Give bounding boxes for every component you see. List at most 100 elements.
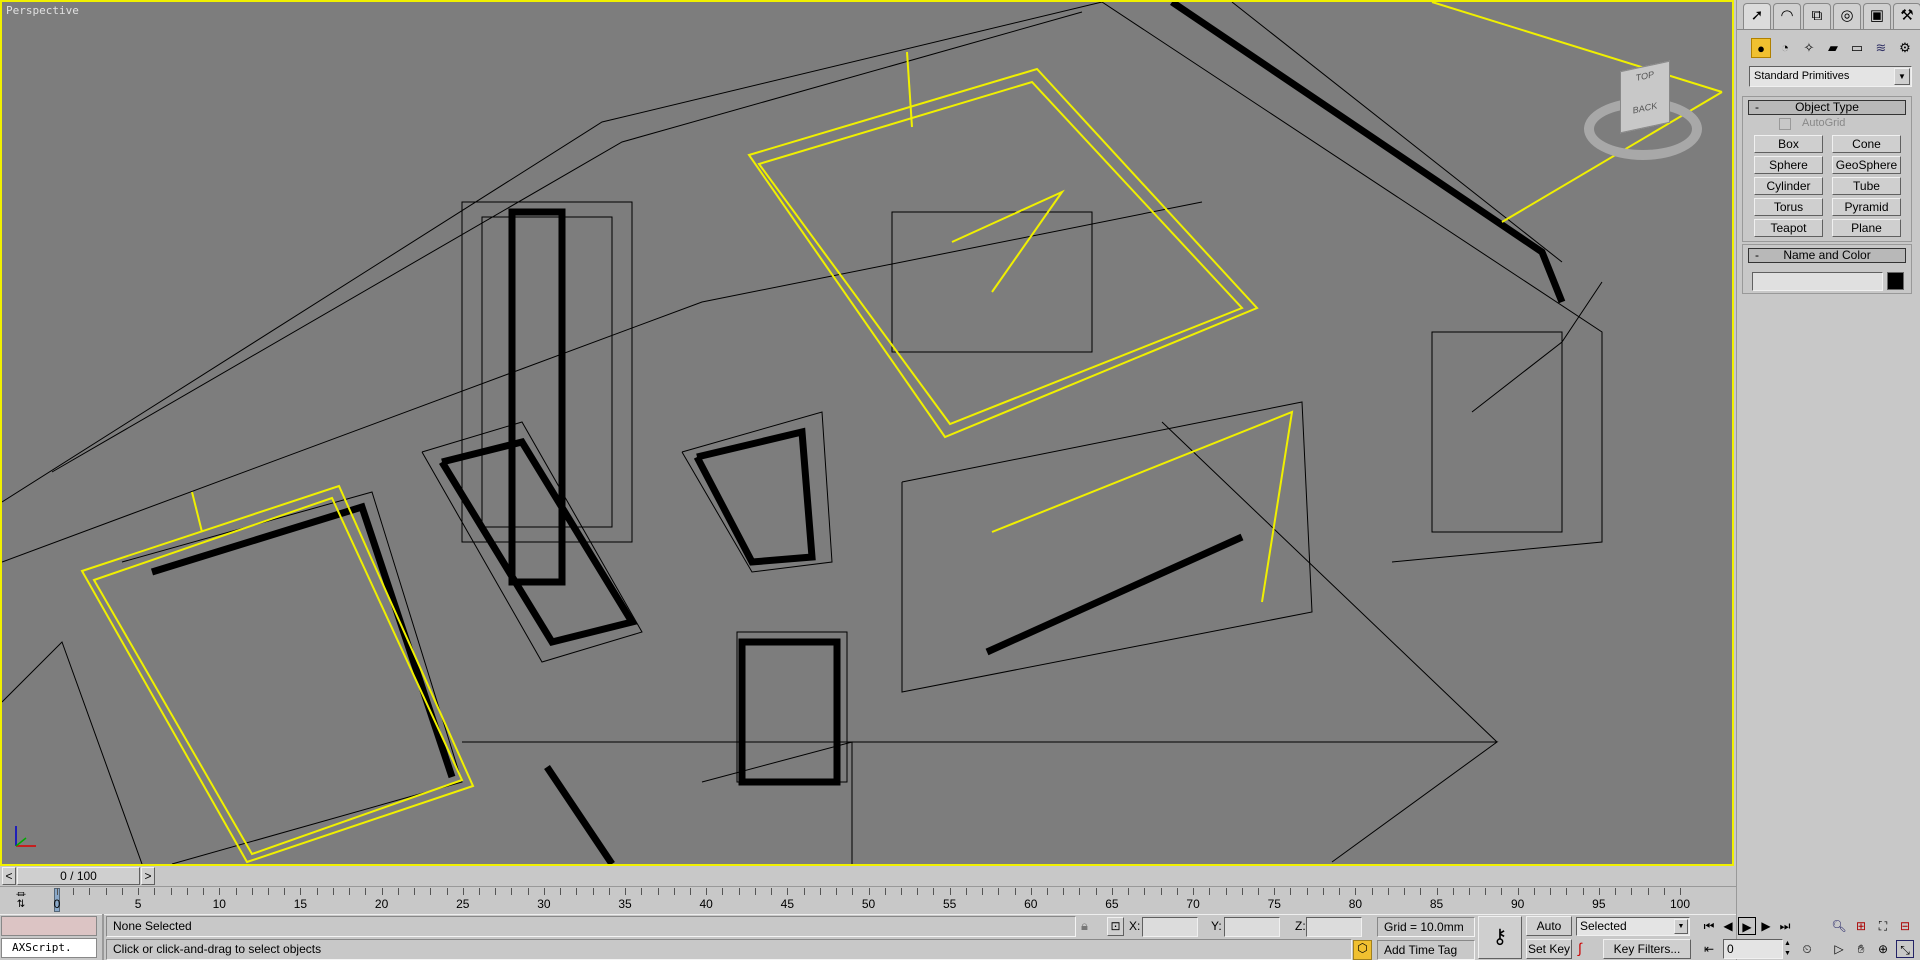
- ruler-tick: [219, 888, 221, 895]
- time-slider-track[interactable]: < 0 / 100 >: [0, 866, 1736, 886]
- geometry-icon[interactable]: ●: [1751, 38, 1771, 58]
- z-coordinate-field[interactable]: [1306, 917, 1362, 937]
- orbit-icon[interactable]: ⊕: [1874, 940, 1892, 958]
- ruler-tick: [284, 888, 286, 895]
- object-color-swatch[interactable]: [1887, 272, 1904, 290]
- auto-key-button[interactable]: Auto Key: [1526, 916, 1572, 951]
- ruler-tick: [1209, 888, 1211, 895]
- current-frame-field[interactable]: 0: [1723, 939, 1783, 959]
- create-plane-button[interactable]: Plane: [1832, 219, 1901, 237]
- object-name-input[interactable]: [1752, 272, 1883, 291]
- frame-spinner[interactable]: ▲ ▼: [1784, 939, 1792, 959]
- perspective-viewport[interactable]: Perspective TOP BACK: [0, 0, 1734, 866]
- next-frame-icon[interactable]: ▶: [1757, 917, 1775, 935]
- ruler-label: 10: [212, 897, 226, 911]
- ruler-tick: [1030, 888, 1032, 895]
- ruler-label: 85: [1429, 897, 1444, 911]
- ruler-tick: [203, 888, 205, 895]
- default-tangent-icon[interactable]: ∫: [1578, 940, 1582, 956]
- chevron-down-icon[interactable]: ▼: [1894, 68, 1910, 85]
- ruler-tick: [1111, 888, 1113, 895]
- zoom-all-icon[interactable]: ⊞: [1852, 917, 1870, 935]
- create-torus-button[interactable]: Torus: [1754, 198, 1823, 216]
- lock-selection-icon[interactable]: 🔒︎: [1081, 918, 1088, 934]
- zoom-extents-all-icon[interactable]: ⊟: [1896, 917, 1914, 935]
- ruler-tick: [1371, 888, 1373, 895]
- maxscript-listener-mini[interactable]: [1, 916, 97, 936]
- time-next-button[interactable]: >: [141, 867, 155, 885]
- create-pyramid-button[interactable]: Pyramid: [1832, 198, 1901, 216]
- space-warps-icon[interactable]: ≋: [1871, 38, 1891, 58]
- set-key-button[interactable]: Set Key: [1526, 939, 1572, 959]
- maxscript-input[interactable]: AXScript.: [1, 938, 97, 958]
- viewcube-box[interactable]: TOP BACK: [1620, 60, 1670, 134]
- set-key-big-key-icon[interactable]: ⚷: [1478, 916, 1522, 959]
- ruler-tick: [1533, 888, 1535, 895]
- x-coordinate-field[interactable]: [1142, 917, 1198, 937]
- create-cone-button[interactable]: Cone: [1832, 135, 1901, 153]
- name-and-color-header[interactable]: - Name and Color: [1748, 248, 1906, 263]
- helpers-icon[interactable]: ▭: [1847, 38, 1867, 58]
- go-to-start-icon[interactable]: ⏮: [1700, 917, 1718, 935]
- maximize-viewport-icon[interactable]: ⤡: [1896, 940, 1914, 958]
- go-to-end-icon[interactable]: ⏭: [1776, 917, 1794, 935]
- time-configuration-icon[interactable]: ⏲: [1798, 940, 1816, 958]
- time-slider-thumb[interactable]: 0 / 100: [17, 867, 140, 885]
- ruler-tick: [738, 888, 740, 895]
- create-cylinder-button[interactable]: Cylinder: [1754, 177, 1823, 195]
- shapes-icon[interactable]: ◔: [1775, 38, 1795, 58]
- utilities-tab-icon[interactable]: ⚒: [1893, 3, 1920, 29]
- viewcube[interactable]: TOP BACK: [1584, 60, 1704, 170]
- ruler-tick: [511, 888, 513, 895]
- hierarchy-tab-icon[interactable]: ⧉: [1803, 3, 1831, 29]
- axis-tripod-icon: [10, 822, 40, 852]
- ruler-tick: [1582, 888, 1584, 895]
- motion-tab-icon[interactable]: ◎: [1833, 3, 1861, 29]
- time-tag-icon[interactable]: ⬡: [1353, 940, 1372, 960]
- create-geosphere-button[interactable]: GeoSphere: [1832, 156, 1901, 174]
- create-sphere-button[interactable]: Sphere: [1754, 156, 1823, 174]
- time-prev-button[interactable]: <: [2, 867, 16, 885]
- command-panel: ➚ ◠ ⧉ ◎ ▣ ⚒ ● ◔ ✧ ▰ ▭ ≋ ⚙ Standard Primi…: [1736, 0, 1920, 960]
- ruler-tick: [267, 888, 269, 895]
- ruler-tick: [349, 888, 351, 895]
- primitive-type-dropdown[interactable]: Standard Primitives ▼: [1749, 66, 1912, 87]
- create-teapot-button[interactable]: Teapot: [1754, 219, 1823, 237]
- pan-view-icon[interactable]: ✋︎: [1852, 940, 1870, 958]
- ruler-label: 40: [699, 897, 713, 911]
- ruler-tick: [430, 888, 432, 895]
- ruler-tick: [803, 888, 805, 895]
- key-mode-dropdown[interactable]: Selected ▼: [1576, 917, 1690, 936]
- play-icon[interactable]: ▶: [1738, 917, 1756, 935]
- field-of-view-icon[interactable]: ▷: [1830, 940, 1848, 958]
- chevron-down-icon[interactable]: ▼: [1674, 919, 1688, 934]
- previous-frame-icon[interactable]: ◀: [1719, 917, 1737, 935]
- ruler-label: 30: [537, 897, 551, 911]
- add-time-tag-button[interactable]: Add Time Tag: [1377, 940, 1475, 960]
- track-bar[interactable]: 0 5 10 15 20 25 30 35 40 45 50 55 60 65 70 75 80 85 90 95 10…: [0, 888, 1736, 914]
- y-coordinate-field[interactable]: [1224, 917, 1280, 937]
- autogrid-checkbox[interactable]: [1779, 118, 1791, 130]
- absolute-mode-transform-icon[interactable]: ⊡: [1107, 917, 1124, 936]
- ruler-tick: [365, 888, 367, 895]
- create-box-button[interactable]: Box: [1754, 135, 1823, 153]
- ruler-tick: [949, 888, 951, 895]
- key-mode-toggle-icon[interactable]: ⇤: [1700, 940, 1718, 958]
- cameras-icon[interactable]: ▰: [1823, 38, 1843, 58]
- create-tab-icon[interactable]: ➚: [1743, 3, 1771, 29]
- ruler-tick: [300, 888, 302, 895]
- object-type-header[interactable]: - Object Type: [1748, 100, 1906, 115]
- ruler-tick: [1176, 888, 1178, 895]
- viewport-label[interactable]: Perspective: [6, 4, 79, 17]
- zoom-extents-icon[interactable]: ⛶: [1874, 917, 1892, 935]
- autogrid-label: AutoGrid: [1802, 117, 1846, 129]
- key-filters-button[interactable]: Key Filters...: [1603, 939, 1691, 959]
- lights-icon[interactable]: ✧: [1799, 38, 1819, 58]
- create-tube-button[interactable]: Tube: [1832, 177, 1901, 195]
- z-label: Z:: [1295, 919, 1306, 933]
- display-tab-icon[interactable]: ▣: [1863, 3, 1891, 29]
- zoom-icon[interactable]: 🔍︎: [1830, 917, 1848, 935]
- ruler-tick: [446, 888, 448, 895]
- modify-tab-icon[interactable]: ◠: [1773, 3, 1801, 29]
- systems-icon[interactable]: ⚙: [1895, 38, 1915, 58]
